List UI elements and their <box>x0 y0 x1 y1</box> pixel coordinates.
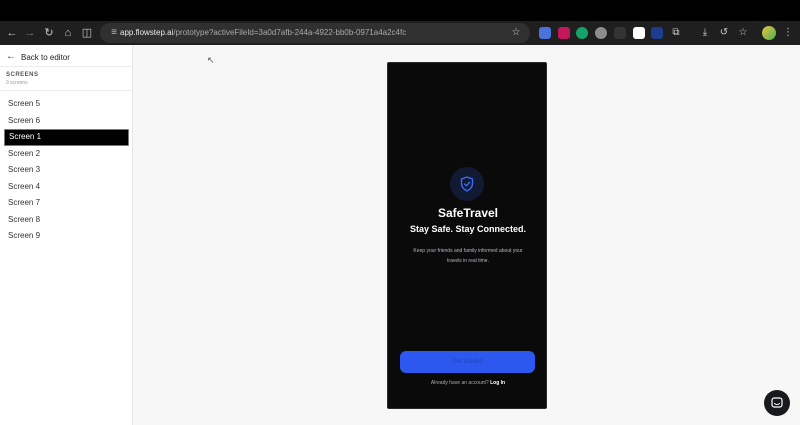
window-top-strip <box>0 0 800 21</box>
url-host: app.flowstep.ai <box>120 28 174 37</box>
sidebar-divider <box>0 90 133 91</box>
login-prompt: Already have an account? Log In <box>388 380 548 386</box>
browser-toolbar: ← → ↻ ⌂ ◫ ≡ app.flowstep.ai/prototype?ac… <box>0 21 800 45</box>
screen-list-item[interactable]: Screen 4 <box>4 179 129 196</box>
browser-menu-icon[interactable]: ⋮ <box>780 25 796 41</box>
app-description: Keep your friends and family informed ab… <box>413 248 523 264</box>
side-panel-icon[interactable]: ◫ <box>79 25 95 41</box>
screen-list-item[interactable]: Screen 2 <box>4 146 129 163</box>
back-to-editor-link[interactable]: ← Back to editor <box>6 51 70 63</box>
screen-list-item[interactable]: Screen 8 <box>4 212 129 229</box>
app-title: SafeTravel <box>437 206 499 220</box>
extension-grammarly-icon[interactable] <box>576 27 588 39</box>
bookmark-star-icon[interactable]: ☆ <box>508 25 524 41</box>
get-started-button[interactable]: Get Started <box>400 351 535 373</box>
chat-icon <box>771 397 783 408</box>
extension-translate-icon[interactable] <box>539 27 551 39</box>
screen-list-item[interactable]: Screen 7 <box>4 195 129 212</box>
home-icon[interactable]: ⌂ <box>60 25 76 41</box>
screen-list: Screen 5 Screen 6 Screen 1 Screen 2 Screen 3… <box>4 96 129 245</box>
help-chat-button[interactable] <box>764 390 790 416</box>
reading-list-icon[interactable]: ☆ <box>735 25 751 41</box>
arrow-left-icon: ← <box>6 51 16 62</box>
extension-function-icon[interactable] <box>614 27 626 39</box>
get-started-label: Get Started <box>452 359 483 365</box>
screens-sidebar: ← Back to editor SCREENS 9 screens Scree… <box>0 45 133 425</box>
extension-notion-icon[interactable] <box>633 27 645 39</box>
mouse-cursor-icon: ↖ <box>207 55 215 65</box>
download-icon[interactable]: ⤓ <box>697 25 713 41</box>
reload-icon[interactable]: ↻ <box>41 25 57 41</box>
screen-list-item[interactable]: Screen 6 <box>4 113 129 130</box>
extension-p-icon[interactable] <box>651 27 663 39</box>
login-prompt-text: Already have an account? <box>430 380 491 386</box>
screens-section-title: SCREENS <box>6 72 39 78</box>
history-icon[interactable]: ↺ <box>716 25 732 41</box>
back-arrow-icon[interactable]: ← <box>4 25 20 41</box>
screen-list-item[interactable]: Screen 9 <box>4 228 129 245</box>
screens-count: 9 screens <box>6 80 28 86</box>
address-url: app.flowstep.ai/prototype?activeFileId=3… <box>120 27 406 39</box>
screen-list-item[interactable]: Screen 3 <box>4 162 129 179</box>
shield-icon <box>450 167 484 201</box>
back-to-editor-label: Back to editor <box>21 52 70 62</box>
extensions-puzzle-icon[interactable]: ⧉ <box>668 25 684 41</box>
screen-list-item[interactable]: Screen 1 <box>4 129 129 146</box>
sidebar-divider <box>0 66 133 67</box>
extension-sparkle-icon[interactable] <box>558 27 570 39</box>
profile-avatar[interactable] <box>762 26 776 40</box>
screen-list-item[interactable]: Screen 5 <box>4 96 129 113</box>
login-link[interactable]: Log In <box>490 380 505 386</box>
address-bar[interactable]: ≡ app.flowstep.ai/prototype?activeFileId… <box>100 23 530 43</box>
phone-frame: SafeTravel Stay Safe. Stay Connected. Ke… <box>387 62 547 409</box>
extension-compass-icon[interactable] <box>595 27 607 39</box>
url-path: /prototype?activeFileId=3a0d7afb-244a-49… <box>173 28 407 37</box>
forward-arrow-icon[interactable]: → <box>22 25 38 41</box>
app-tagline: Stay Safe. Stay Connected. <box>409 224 527 234</box>
